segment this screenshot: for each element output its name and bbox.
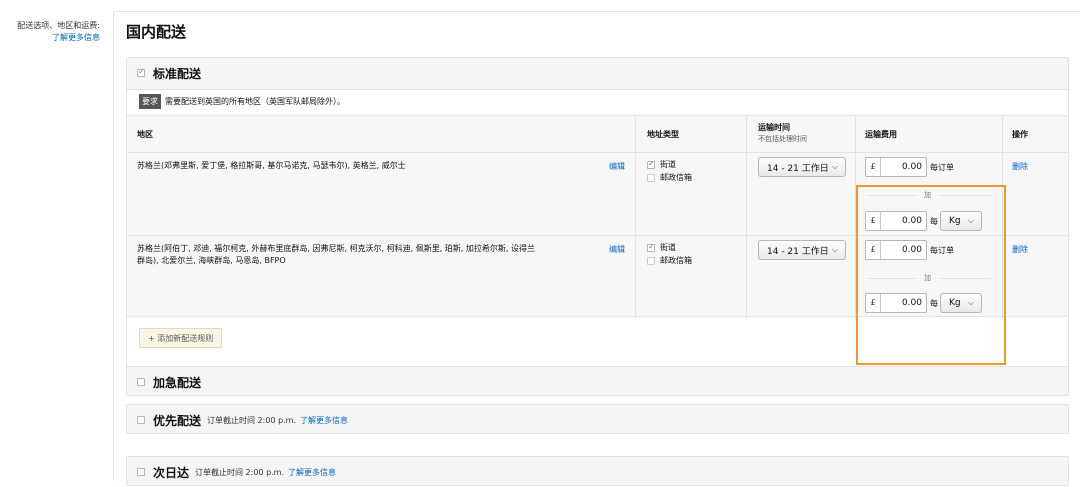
priority-cutoff: 订单截止时间 2:00 p.m. 了解更多信息 xyxy=(207,415,348,426)
priority-shipping-header[interactable]: 优先配送 订单截止时间 2:00 p.m. 了解更多信息 xyxy=(127,405,1068,435)
nextday-shipping-checkbox[interactable] xyxy=(137,468,145,476)
standard-shipping-title: 标准配送 xyxy=(153,66,202,81)
row1-transit-value: 14 - 21 工作日 xyxy=(767,163,829,174)
row1-per-order-input[interactable]: £ 0.00 xyxy=(865,157,927,177)
row2-transit-select[interactable]: 14 - 21 工作日 ⌵ xyxy=(758,240,846,260)
chevron-down-icon: ⌵ xyxy=(831,245,838,254)
header-shipping-fee: 运输费用 xyxy=(865,130,897,139)
header-transit-time: 运输时间 xyxy=(758,123,790,132)
row1-per-order-label: 每订单 xyxy=(930,163,954,172)
row-divider xyxy=(127,152,1068,153)
row1-po-checkbox[interactable] xyxy=(647,173,655,182)
row1-edit-link[interactable]: 编辑 xyxy=(609,161,625,172)
row1-delete-link[interactable]: 删除 xyxy=(1012,161,1028,172)
header-region: 地区 xyxy=(137,130,153,139)
row2-transit-value: 14 - 21 工作日 xyxy=(767,246,829,257)
standard-shipping-body: 要求 需要配送到英国的所有地区（英国军队邮局除外）。 地区 地址类型 运输时间 … xyxy=(127,89,1068,369)
priority-cutoff-text: 订单截止时间 2:00 p.m. xyxy=(207,415,297,425)
standard-shipping-checkbox[interactable] xyxy=(137,67,145,77)
priority-learn-more-link[interactable]: 了解更多信息 xyxy=(300,416,348,425)
row2-street-label: 街道 xyxy=(660,243,676,252)
header-address-type: 地址类型 xyxy=(647,130,679,139)
row1-per-order-value: 0.00 xyxy=(901,162,922,172)
shipping-fee-highlight xyxy=(856,185,1006,365)
row1-street-label: 街道 xyxy=(660,160,676,169)
requirement-badge: 要求 xyxy=(139,93,161,109)
row1-address-po[interactable]: 邮政信箱 xyxy=(647,172,692,183)
row2-po-checkbox[interactable] xyxy=(647,256,655,265)
nextday-shipping-section: 次日达 订单截止时间 2:00 p.m. 了解更多信息 xyxy=(126,456,1069,486)
chevron-down-icon: ⌵ xyxy=(831,162,838,171)
page-title: 国内配送 xyxy=(126,23,187,41)
header-actions: 操作 xyxy=(1012,130,1028,139)
row2-address-street[interactable]: 街道 xyxy=(647,242,676,253)
left-hint-text: 配送选项、地区和运费: xyxy=(17,21,100,30)
standard-shipping-section: 标准配送 要求 需要配送到英国的所有地区（英国军队邮局除外）。 地区 地址类型 … xyxy=(126,57,1069,369)
priority-shipping-section: 优先配送 订单截止时间 2:00 p.m. 了解更多信息 xyxy=(126,404,1069,434)
row1-street-checkbox[interactable] xyxy=(647,159,655,169)
add-shipping-rule-button[interactable]: + 添加新配送规则 xyxy=(139,328,223,348)
row2-delete-link[interactable]: 删除 xyxy=(1012,244,1028,255)
left-learn-more-link[interactable]: 了解更多信息 xyxy=(0,32,100,44)
row1-po-label: 邮政信箱 xyxy=(660,173,692,182)
nextday-cutoff: 订单截止时间 2:00 p.m. 了解更多信息 xyxy=(195,467,336,478)
row2-edit-link[interactable]: 编辑 xyxy=(609,244,625,255)
row1-transit-select[interactable]: 14 - 21 工作日 ⌵ xyxy=(758,157,846,177)
urgent-shipping-title: 加急配送 xyxy=(153,375,202,390)
priority-shipping-checkbox[interactable] xyxy=(137,416,145,424)
urgent-shipping-checkbox[interactable] xyxy=(137,378,145,386)
column-divider xyxy=(635,116,636,318)
currency-symbol: £ xyxy=(866,158,881,176)
row1-address-street[interactable]: 街道 xyxy=(647,159,676,170)
header-transit-sub: 不包括处理时间 xyxy=(758,135,807,143)
priority-shipping-title: 优先配送 xyxy=(153,413,202,428)
column-divider xyxy=(746,116,747,318)
nextday-learn-more-link[interactable]: 了解更多信息 xyxy=(288,468,336,477)
row2-street-checkbox[interactable] xyxy=(647,242,655,252)
urgent-shipping-header[interactable]: 加急配送 xyxy=(127,367,1068,397)
nextday-cutoff-text: 订单截止时间 2:00 p.m. xyxy=(195,467,285,477)
row2-address-po[interactable]: 邮政信箱 xyxy=(647,255,692,266)
requirement-text: 需要配送到英国的所有地区（英国军队邮局除外）。 xyxy=(165,96,345,106)
requirement-line: 要求 需要配送到英国的所有地区（英国军队邮局除外）。 xyxy=(139,93,345,109)
row2-region: 苏格兰(阿伯丁, 邓迪, 福尔柯克, 外赫布里底群岛, 因弗尼斯, 柯克沃尔, … xyxy=(137,244,535,265)
standard-shipping-header[interactable]: 标准配送 xyxy=(127,58,1068,88)
main-panel: 国内配送 标准配送 要求 需要配送到英国的所有地区（英国军队邮局除外）。 地区 … xyxy=(113,11,1080,486)
left-hint: 配送选项、地区和运费: 了解更多信息 xyxy=(0,20,100,44)
row2-po-label: 邮政信箱 xyxy=(660,256,692,265)
row1-region: 苏格兰(邓弗里斯, 爱丁堡, 格拉斯哥, 基尔马诺克, 马瑟韦尔), 英格兰, … xyxy=(137,161,406,170)
urgent-shipping-section: 加急配送 xyxy=(126,366,1069,396)
nextday-shipping-header[interactable]: 次日达 订单截止时间 2:00 p.m. 了解更多信息 xyxy=(127,457,1068,487)
nextday-shipping-title: 次日达 xyxy=(153,465,190,480)
